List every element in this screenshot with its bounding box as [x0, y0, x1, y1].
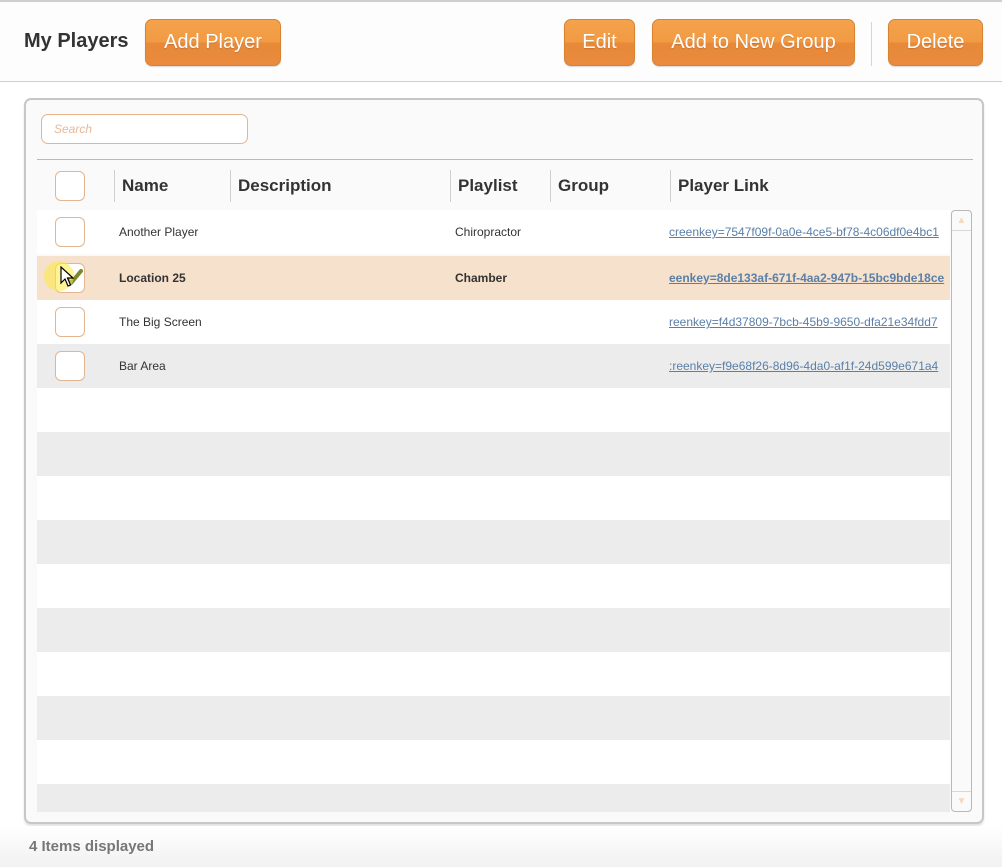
players-panel: Name Description Playlist Group Player L… [24, 98, 984, 824]
empty-row [37, 696, 950, 740]
empty-row [37, 740, 950, 784]
player-link[interactable]: ‪:reenkey=f9e68f26-8d96-4da0-af1f-24d599… [669, 359, 945, 373]
page-title: My Players [24, 30, 129, 52]
divider [37, 159, 973, 160]
empty-row [37, 608, 950, 652]
header-bar: My Players Add Player Edit Add to New Gr… [0, 2, 1002, 82]
items-count: 4 Items displayed [29, 838, 155, 855]
row-checkbox[interactable] [55, 351, 85, 381]
column-header-player-link[interactable]: Player Link [678, 176, 769, 196]
column-header-group[interactable]: Group [558, 176, 609, 196]
row-checkbox-checked[interactable] [55, 263, 85, 293]
table-body: Another Player Chiropractor ‪creenkey=75… [37, 210, 950, 812]
row-checkbox[interactable] [55, 217, 85, 247]
column-header-playlist[interactable]: Playlist [458, 176, 518, 196]
scroll-up-arrow-icon[interactable]: ▲ [952, 211, 971, 231]
column-separator [450, 170, 451, 202]
cell-playlist: Chiropractor [455, 225, 522, 239]
select-all-checkbox[interactable] [55, 171, 85, 201]
empty-row [37, 476, 950, 520]
cell-name: Location 25 [119, 271, 186, 285]
vertical-scrollbar[interactable]: ▲ ▼ [951, 210, 972, 812]
empty-row [37, 388, 950, 432]
row-checkbox[interactable] [55, 307, 85, 337]
cell-name: The Big Screen [119, 315, 202, 329]
column-separator [670, 170, 671, 202]
column-header-name[interactable]: Name [122, 176, 168, 196]
column-separator [550, 170, 551, 202]
add-player-button[interactable]: Add Player [145, 19, 281, 66]
empty-row [37, 432, 950, 476]
column-separator [114, 170, 115, 202]
search-input[interactable] [41, 114, 248, 144]
empty-row [37, 520, 950, 564]
cell-name: Bar Area [119, 359, 166, 373]
table-row[interactable]: Bar Area ‪:reenkey=f9e68f26-8d96-4da0-af… [37, 344, 950, 388]
player-link[interactable]: ‪reenkey=f4d37809-7bcb-45b9-9650-dfa21e3… [669, 315, 945, 329]
status-bar: 4 Items displayed [0, 826, 1002, 867]
empty-row [37, 652, 950, 696]
table-row[interactable]: The Big Screen ‪reenkey=f4d37809-7bcb-45… [37, 300, 950, 344]
table-row-selected[interactable]: Location 25 Chamber ‪eenkey=8de133af-671… [37, 256, 950, 300]
scroll-down-arrow-icon[interactable]: ▼ [952, 791, 971, 811]
table-row[interactable]: Another Player Chiropractor ‪creenkey=75… [37, 210, 950, 254]
toolbar-separator [871, 22, 872, 66]
player-link[interactable]: ‪eenkey=8de133af-671f-4aa2-947b-15bc9bde… [669, 271, 945, 285]
empty-row [37, 564, 950, 608]
edit-button[interactable]: Edit [564, 19, 635, 66]
cell-playlist: Chamber [455, 271, 508, 285]
cell-name: Another Player [119, 225, 199, 239]
column-separator [230, 170, 231, 202]
checkmark-icon [64, 269, 83, 285]
empty-row [37, 784, 950, 812]
column-header-description[interactable]: Description [238, 176, 332, 196]
delete-button[interactable]: Delete [888, 19, 983, 66]
add-to-new-group-button[interactable]: Add to New Group [652, 19, 855, 66]
player-link[interactable]: ‪creenkey=7547f09f-0a0e-4ce5-bf78-4c06df… [669, 225, 945, 239]
